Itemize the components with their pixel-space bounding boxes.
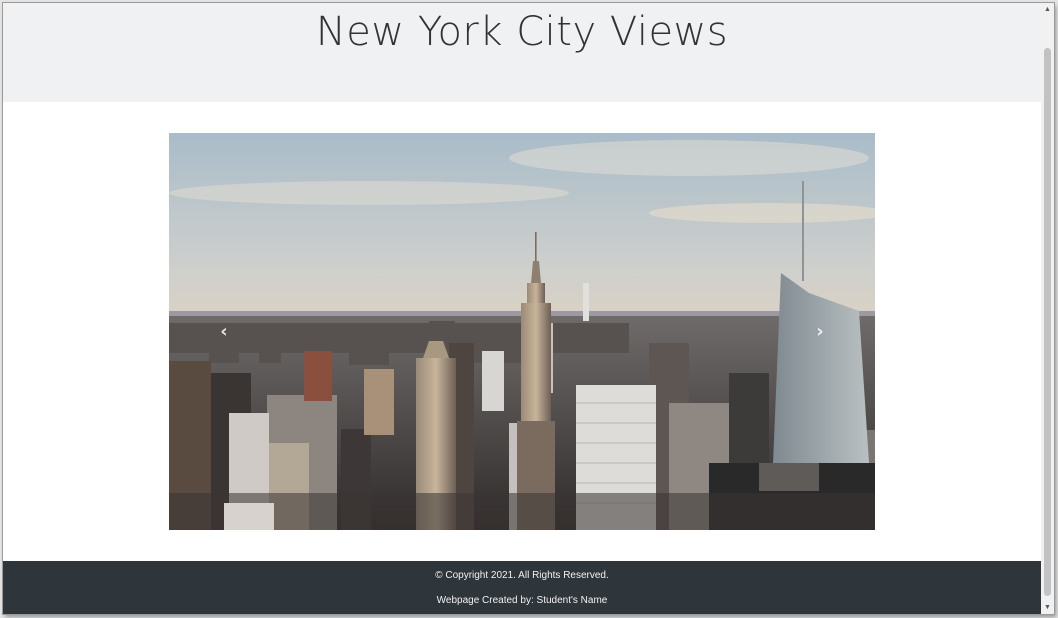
chevron-left-icon: ‹ xyxy=(220,321,228,342)
page: New York City Views ‹ › © Copyright 2021… xyxy=(3,3,1041,614)
scroll-thumb[interactable] xyxy=(1044,48,1051,596)
scroll-up-arrow-icon[interactable]: ▲ xyxy=(1041,3,1054,16)
vertical-scrollbar[interactable]: ▲ ▼ xyxy=(1041,3,1054,614)
browser-window: New York City Views ‹ › © Copyright 2021… xyxy=(3,3,1054,614)
image-carousel[interactable]: ‹ › xyxy=(169,133,875,530)
carousel-next-button[interactable]: › xyxy=(785,133,855,530)
copyright-text: © Copyright 2021. All Rights Reserved. xyxy=(435,570,609,581)
footer: © Copyright 2021. All Rights Reserved. W… xyxy=(3,561,1041,614)
page-title: New York City Views xyxy=(315,9,729,55)
header: New York City Views xyxy=(3,3,1041,102)
carousel-prev-button[interactable]: ‹ xyxy=(189,133,259,530)
nyc-skyline-image xyxy=(169,133,875,530)
chevron-right-icon: › xyxy=(816,321,824,342)
credit-text: Webpage Created by: Student's Name xyxy=(436,595,608,606)
scroll-down-arrow-icon[interactable]: ▼ xyxy=(1041,601,1054,614)
